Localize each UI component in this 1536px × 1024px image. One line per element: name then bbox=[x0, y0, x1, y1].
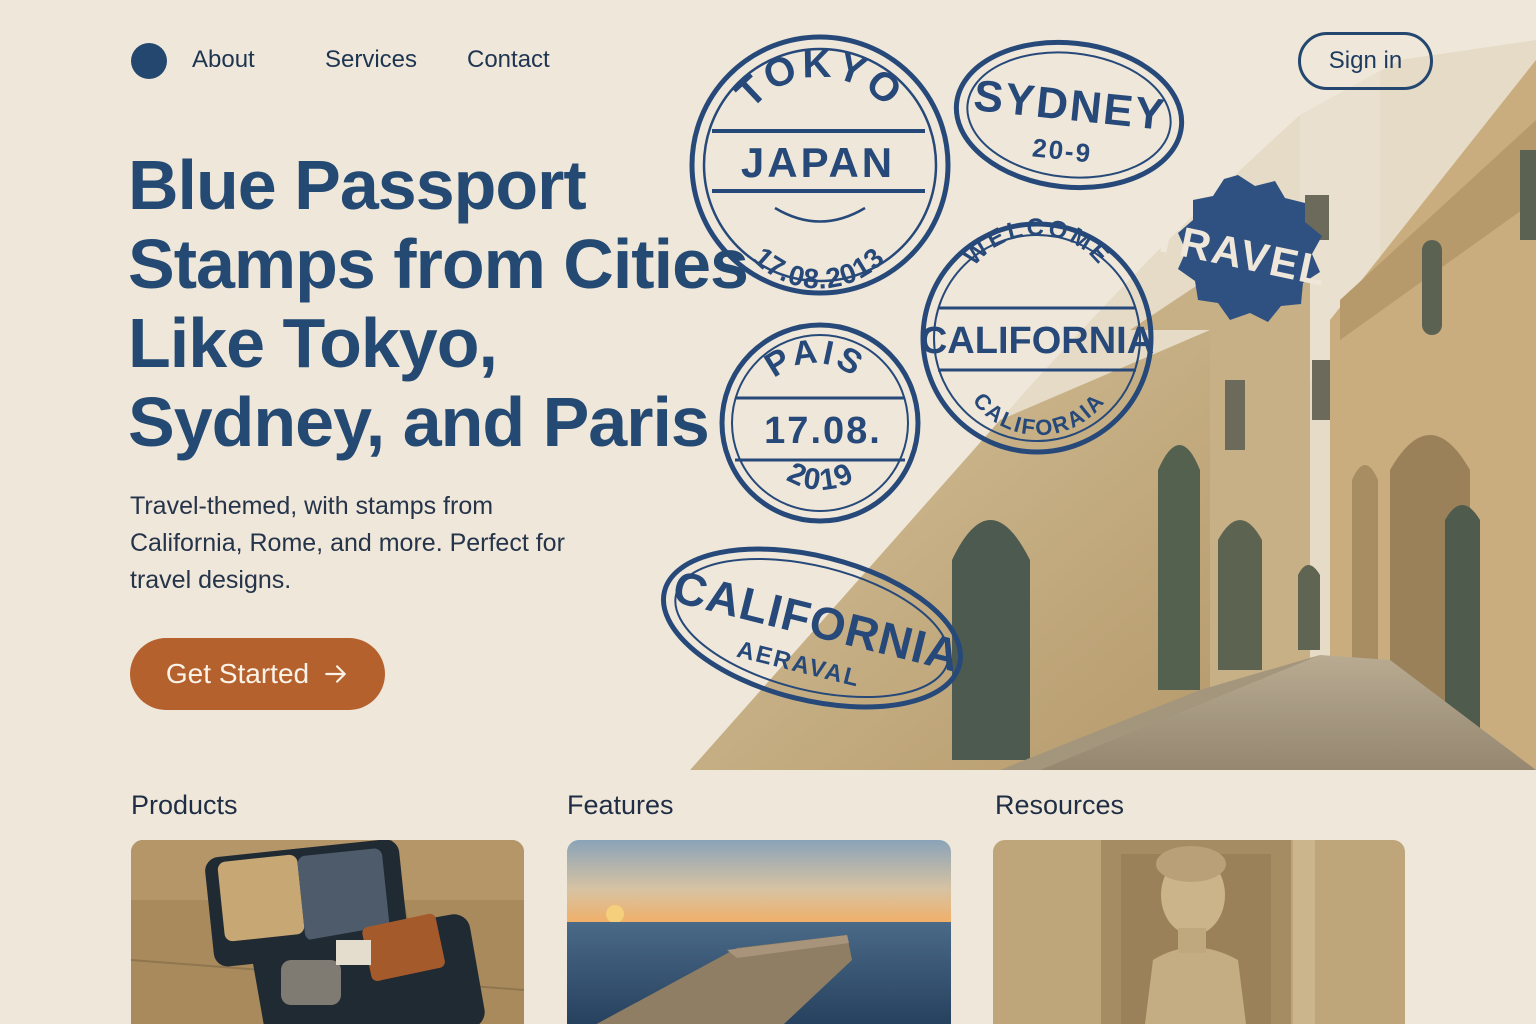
products-heading: Products bbox=[131, 790, 238, 820]
sign-in-button[interactable]: Sign in bbox=[1298, 32, 1433, 90]
features-heading: Features bbox=[567, 790, 674, 820]
nav-about-link[interactable]: About bbox=[192, 46, 255, 74]
landing-page: About Services Contact Sign in TOKYO JAP… bbox=[0, 0, 1536, 1024]
get-started-button[interactable]: Get Started bbox=[130, 638, 385, 710]
logo[interactable] bbox=[131, 43, 167, 79]
nav-contact-link[interactable]: Contact bbox=[467, 46, 550, 74]
suitcase-image bbox=[131, 840, 524, 1024]
resources-heading: Resources bbox=[995, 790, 1125, 820]
products-card[interactable] bbox=[131, 840, 524, 1024]
resources-card[interactable] bbox=[993, 840, 1405, 1024]
sunset-pier-image bbox=[567, 840, 951, 1024]
nav-services-link[interactable]: Services bbox=[325, 46, 417, 74]
hero-subtitle: Travel-themed, with stamps from Californ… bbox=[130, 492, 565, 594]
hero-title: Blue Passport Stamps from Cities Like To… bbox=[128, 146, 749, 461]
arrow-right-icon bbox=[325, 665, 346, 683]
get-started-label: Get Started bbox=[165, 658, 310, 689]
statue-relief-image bbox=[993, 840, 1405, 1024]
features-card[interactable] bbox=[567, 840, 951, 1024]
